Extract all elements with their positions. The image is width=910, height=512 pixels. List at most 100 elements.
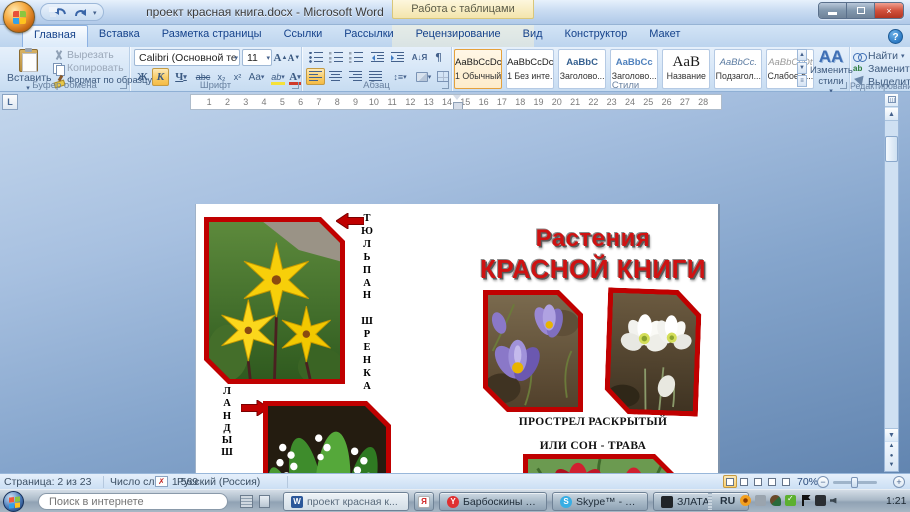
ruler-toggle-button[interactable]	[885, 94, 898, 107]
cut-button[interactable]: Вырезать	[53, 49, 114, 61]
windows-logo-icon	[9, 496, 20, 508]
fullscreen-reading-view-button[interactable]	[737, 475, 751, 488]
tulip-photo[interactable]	[204, 217, 345, 384]
crocus-photo[interactable]	[483, 290, 583, 412]
ribbon-tab[interactable]: Разметка страницы	[151, 25, 273, 47]
keyboard-icon[interactable]	[240, 495, 253, 508]
bullets-button[interactable]	[306, 49, 325, 66]
ribbon-tab[interactable]: Ссылки	[273, 25, 334, 47]
window-controls: ×	[818, 2, 904, 19]
print-layout-view-button[interactable]	[723, 475, 737, 488]
show-marks-button[interactable]: ¶	[429, 49, 448, 66]
find-button[interactable]: Найти▾	[853, 50, 904, 62]
tray-volume-icon[interactable]	[830, 495, 841, 506]
font-size-combo[interactable]: 11▾	[242, 49, 272, 66]
close-button[interactable]: ×	[875, 3, 903, 18]
status-bar: Страница: 2 из 23 Число слов: 1 569 ✗ Ру…	[0, 473, 910, 489]
editing-group: Найти▾ Заменить Выделить▾ Редактирование	[850, 47, 910, 91]
increase-indent-button[interactable]	[388, 49, 407, 66]
help-button[interactable]: ?	[888, 29, 903, 44]
office-button[interactable]	[3, 1, 35, 33]
clock[interactable]: 1:21	[886, 495, 906, 507]
styles-scroll-up-button[interactable]: ▲	[797, 49, 807, 61]
vertical-scrollbar[interactable]: ▲ ▼ ▲ ● ▼	[884, 93, 899, 472]
ribbon-tab[interactable]: Вид	[512, 25, 554, 47]
styles-scroll-down-button[interactable]: ▼	[797, 62, 807, 74]
tray-action-center-flag-icon[interactable]	[800, 495, 811, 506]
document-page[interactable]: Т Ю Л Ь П А Н Ш Р Е Н К А Растения КРАСН…	[196, 204, 718, 512]
ruler-number: 12	[401, 95, 419, 110]
tulip-vertical-label: Т Ю Л Ь П А Н Ш Р Е Н К А	[360, 213, 374, 394]
ribbon-tab[interactable]: Рецензирование	[405, 25, 512, 47]
clipboard-dialog-launcher[interactable]	[120, 82, 127, 89]
ribbon-tab[interactable]: Рассылки	[333, 25, 404, 47]
paragraph-group-label: Абзац	[302, 80, 451, 91]
tray-flower-icon[interactable]	[740, 495, 751, 506]
ribbon-tab[interactable]: Макет	[638, 25, 691, 47]
font-dialog-launcher[interactable]	[292, 82, 299, 89]
title-bar: ▾ проект красная книга.docx - Microsoft …	[0, 0, 910, 25]
paragraph-dialog-launcher[interactable]	[442, 82, 449, 89]
page-indicator[interactable]: Страница: 2 из 23	[4, 476, 91, 488]
tab-stop-selector[interactable]: L	[2, 94, 18, 110]
multilevel-list-icon	[349, 52, 363, 63]
ribbon-tab[interactable]: Главная	[22, 25, 88, 47]
next-page-button[interactable]: ▼	[885, 461, 898, 471]
indent-marker[interactable]	[453, 95, 461, 110]
scroll-down-button[interactable]: ▼	[885, 428, 898, 441]
horizontal-ruler[interactable]: 1234567891011121314151617181920212223242…	[190, 94, 722, 110]
zoom-slider-thumb[interactable]	[851, 477, 858, 488]
ruler-number: 25	[639, 95, 657, 110]
font-group: Calibri (Основной те▾ 11▾ А▲ А▼ Ж К Ч▾ a…	[130, 47, 302, 91]
style-preview: AaBbC	[559, 54, 605, 71]
zoom-in-button[interactable]: +	[893, 476, 905, 488]
ribbon-tab[interactable]: Конструктор	[554, 25, 639, 47]
tray-paint-icon[interactable]	[770, 495, 781, 506]
taskbar-button[interactable]: Skype™ - sychko...	[552, 492, 648, 511]
monitor-icon[interactable]	[259, 495, 270, 508]
numbering-button[interactable]	[326, 49, 345, 66]
taskbar-button[interactable]: Барбоскины Вы...	[439, 492, 547, 511]
font-size-dropdown-arrow[interactable]: ▾	[266, 54, 270, 62]
tray-display-icon[interactable]	[815, 495, 826, 506]
zoom-out-button[interactable]: −	[817, 476, 829, 488]
previous-page-button[interactable]: ▲	[885, 442, 898, 452]
styles-dialog-launcher[interactable]	[840, 82, 847, 89]
ruler-number: 13	[420, 95, 438, 110]
scroll-up-button[interactable]: ▲	[885, 108, 898, 121]
outline-view-button[interactable]	[765, 475, 779, 488]
white-flower-photo[interactable]	[604, 287, 702, 416]
styles-group-label: Стили	[452, 80, 799, 91]
taskbar-button[interactable]	[414, 492, 434, 511]
select-browse-object-button[interactable]: ●	[885, 452, 898, 462]
taskbar-search-input[interactable]	[38, 493, 228, 510]
ribbon-tab[interactable]: Вставка	[88, 25, 151, 47]
copy-button[interactable]: Копировать	[53, 62, 124, 74]
language-bar[interactable]: RU	[720, 495, 735, 507]
ruler-number: 4	[255, 95, 273, 110]
replace-button[interactable]: Заменить	[853, 63, 910, 75]
scrollbar-thumb[interactable]	[885, 136, 898, 162]
draft-view-button[interactable]	[779, 475, 793, 488]
tulip-photo-image	[209, 222, 340, 379]
zoom-level[interactable]: 70%	[797, 476, 818, 488]
shrink-font-button[interactable]: А▼	[288, 49, 300, 66]
redo-button[interactable]	[73, 7, 87, 19]
language-indicator[interactable]: Русский (Россия)	[177, 476, 260, 488]
zoom-slider-track[interactable]	[833, 481, 877, 484]
multilevel-list-button[interactable]	[346, 49, 365, 66]
font-name-combo[interactable]: Calibri (Основной те▾	[134, 49, 240, 66]
tray-app-icon[interactable]	[755, 495, 766, 506]
grow-font-button[interactable]: А▲	[274, 49, 287, 66]
tray-antivirus-icon[interactable]	[785, 495, 796, 506]
taskbar-button[interactable]: проект красная к...	[283, 492, 409, 511]
font-name-dropdown-arrow[interactable]: ▾	[234, 54, 238, 62]
sort-button[interactable]: А↓Я	[410, 49, 429, 66]
web-layout-view-button[interactable]	[751, 475, 765, 488]
font-group-label: Шрифт	[130, 80, 301, 91]
start-button[interactable]	[3, 491, 24, 512]
proofing-errors-icon[interactable]: ✗	[155, 476, 168, 487]
decrease-indent-button[interactable]	[368, 49, 387, 66]
minimize-button[interactable]	[819, 3, 847, 18]
restore-button[interactable]	[847, 3, 875, 18]
